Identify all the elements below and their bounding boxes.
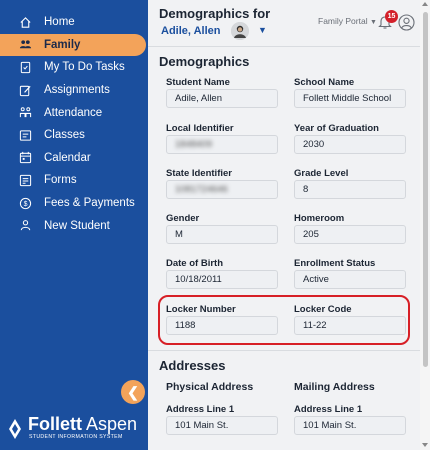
classes-icon (18, 128, 32, 142)
addresses-title: Addresses (159, 358, 226, 373)
sidebar-item-home[interactable]: Home (0, 11, 148, 34)
notification-badge: 15 (385, 10, 398, 23)
sidebar-item-classes[interactable]: Classes (0, 124, 148, 147)
sidebar-item-label: Fees & Payments (44, 197, 135, 210)
home-icon (18, 15, 32, 29)
demographics-title: Demographics (159, 54, 250, 69)
state-identifier-field: 1081724646 (166, 180, 278, 199)
sidebar-item-label: Forms (44, 174, 77, 187)
forms-icon (18, 173, 32, 187)
year-of-graduation-field: 2030 (294, 135, 406, 154)
sidebar-item-tasks[interactable]: My To Do Tasks (0, 56, 148, 79)
portal-switcher[interactable]: Family Portal ▼ (318, 16, 377, 26)
sidebar-nav: Home Family My To Do Tasks Assignments A… (0, 11, 148, 237)
year-of-graduation-label: Year of Graduation (294, 123, 379, 134)
user-account-icon[interactable] (398, 14, 415, 31)
sidebar-item-attendance[interactable]: Attendance (0, 101, 148, 124)
sidebar: Home Family My To Do Tasks Assignments A… (0, 0, 148, 450)
local-identifier-field: 1848409 (166, 135, 278, 154)
enrollment-status-label: Enrollment Status (294, 258, 376, 269)
sidebar-item-fees-payments[interactable]: $ Fees & Payments (0, 192, 148, 215)
chevron-left-icon: ❮ (127, 383, 139, 400)
gender-label: Gender (166, 213, 200, 224)
physical-address-line1-field: 101 Main St. (166, 416, 278, 435)
sidebar-item-calendar[interactable]: Calendar (0, 147, 148, 170)
assignments-icon (18, 83, 32, 97)
grade-level-label: Grade Level (294, 168, 349, 179)
date-of-birth-label: Date of Birth (166, 258, 223, 269)
logo-text: Follett Aspen (28, 414, 138, 434)
follett-aspen-logo: Follett Aspen STUDENT INFORMATION SYSTEM (8, 414, 146, 444)
sidebar-item-label: My To Do Tasks (44, 61, 125, 74)
school-name-field: Follett Middle School (294, 89, 406, 108)
locker-number-label: Locker Number (166, 304, 236, 315)
sidebar-item-label: New Student (44, 219, 110, 232)
chevron-down-icon[interactable]: ▼ (258, 25, 267, 35)
sidebar-item-new-student[interactable]: New Student (0, 214, 148, 237)
enrollment-status-field: Active (294, 270, 406, 289)
scroll-up-icon[interactable] (422, 2, 428, 6)
student-avatar[interactable] (231, 22, 249, 40)
mailing-address-line1-field: 101 Main St. (294, 416, 406, 435)
new-student-icon (18, 219, 32, 233)
tasks-icon (18, 60, 32, 74)
fees-icon: $ (18, 196, 32, 210)
student-name-field: Adile, Allen (166, 89, 278, 108)
homeroom-label: Homeroom (294, 213, 345, 224)
chevron-down-icon: ▼ (369, 19, 377, 26)
physical-address-line1-label: Address Line 1 (166, 404, 235, 415)
locker-code-field: 11-22 (294, 316, 406, 335)
section-divider (148, 350, 420, 351)
sidebar-item-label: Classes (44, 129, 85, 142)
sidebar-item-label: Attendance (44, 106, 103, 119)
logo-tagline: STUDENT INFORMATION SYSTEM (29, 434, 123, 440)
mailing-address-line1-label: Address Line 1 (294, 404, 363, 415)
locker-number-field: 1188 (166, 316, 278, 335)
header-divider (148, 46, 420, 47)
grade-level-field: 8 (294, 180, 406, 199)
page-header: Demographics for Adile, Allen ▼ Family P… (148, 0, 420, 46)
collapse-sidebar-button[interactable]: ❮ (121, 380, 145, 404)
scrollbar-thumb[interactable] (423, 12, 428, 367)
main-content: Demographics for Adile, Allen ▼ Family P… (148, 0, 420, 450)
sidebar-item-label: Assignments (44, 84, 110, 97)
scroll-down-icon[interactable] (422, 443, 428, 447)
local-identifier-label: Local Identifier (166, 123, 234, 134)
physical-address-title: Physical Address (166, 381, 254, 393)
sidebar-item-forms[interactable]: Forms (0, 169, 148, 192)
school-name-label: School Name (294, 77, 355, 88)
page-title: Demographics for (159, 6, 271, 21)
mailing-address-title: Mailing Address (294, 381, 375, 393)
date-of-birth-field: 10/18/2011 (166, 270, 278, 289)
gender-field: M (166, 225, 278, 244)
state-identifier-label: State Identifier (166, 168, 232, 179)
homeroom-field: 205 (294, 225, 406, 244)
sidebar-item-assignments[interactable]: Assignments (0, 79, 148, 102)
sidebar-item-label: Home (44, 16, 75, 29)
calendar-icon (18, 151, 32, 165)
attendance-icon (18, 106, 32, 120)
family-icon (18, 38, 32, 52)
locker-code-label: Locker Code (294, 304, 352, 315)
sidebar-item-label: Calendar (44, 151, 91, 164)
sidebar-item-family[interactable]: Family (0, 33, 146, 57)
follett-logo-mark-icon (9, 419, 21, 439)
svg-text:$: $ (23, 201, 27, 208)
sidebar-item-label: Family (44, 38, 81, 51)
student-name-label: Student Name (166, 77, 230, 88)
student-selector[interactable]: Adile, Allen (161, 25, 221, 37)
